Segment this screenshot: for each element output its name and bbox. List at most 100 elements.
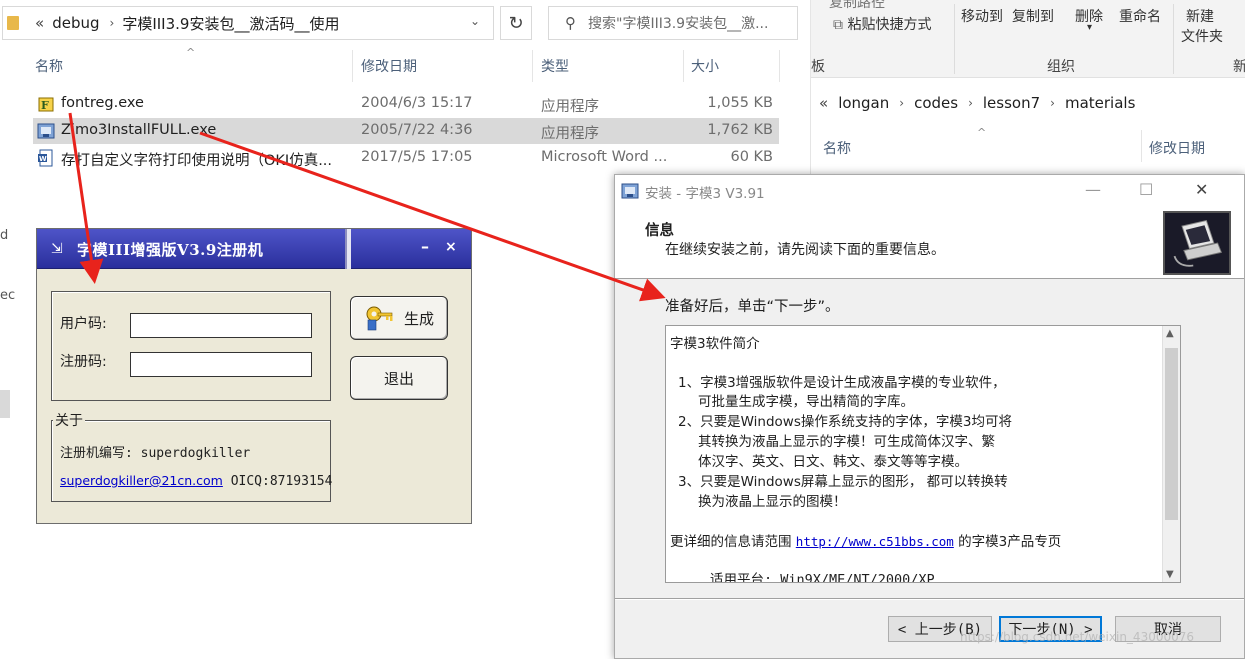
chevron-right-icon[interactable]: › (968, 96, 973, 110)
email-link[interactable]: superdogkiller@21cn.com (60, 473, 223, 488)
copy-to-button[interactable]: 复制到 (1012, 6, 1054, 26)
registration-group (51, 291, 331, 401)
setup-titlebar[interactable]: 安装 - 字模3 V3.91 — ☐ ✕ (615, 175, 1244, 207)
scroll-down-icon[interactable]: ▼ (1166, 569, 1174, 580)
exit-button[interactable]: 退出 (350, 356, 448, 400)
breadcrumb-codes[interactable]: codes (914, 94, 958, 112)
search-placeholder: 搜索"字模III3.9安装包__激... (588, 16, 769, 32)
oicq-number: OICQ:87193154 (230, 474, 333, 489)
search-input[interactable]: ⚲ 搜索"字模III3.9安装包__激... (548, 6, 798, 40)
watermark: https://blog.csdn.net/weixin_43000076 (960, 630, 1195, 644)
navigation-selected-item[interactable] (0, 390, 10, 418)
column-header-date[interactable]: 修改日期 (361, 56, 417, 78)
breadcrumb-overflow[interactable]: « (819, 94, 828, 112)
info-line: 其转换为液晶上显示的字模！可生成简体汉字、繁 (698, 434, 995, 450)
minimize-button[interactable]: – (421, 237, 429, 256)
installer-icon (621, 183, 639, 199)
breadcrumb-overflow[interactable]: « (35, 14, 44, 32)
ribbon-group-clipboard-label: 板 (811, 59, 825, 75)
column-divider[interactable] (352, 50, 353, 82)
chevron-right-icon[interactable]: › (899, 96, 904, 110)
paste-shortcut-icon: ⧉ (833, 17, 848, 33)
key-icon (366, 306, 393, 331)
chevron-right-icon[interactable]: › (1050, 96, 1055, 110)
sort-ascending-icon: ^ (186, 46, 196, 59)
file-date: 2017/5/5 17:05 (361, 149, 473, 165)
file-date: 2005/7/22 4:36 (361, 122, 473, 138)
breadcrumb-debug[interactable]: debug (52, 14, 99, 32)
column-header-size[interactable]: 大小 (691, 56, 719, 78)
refresh-icon: ↻ (508, 12, 524, 34)
close-button[interactable]: × (445, 239, 457, 255)
nav-partial-label: ec (0, 288, 16, 303)
new-folder-button[interactable]: 新建 (1186, 6, 1214, 26)
file-row[interactable]: F fontreg.exe 2004/6/3 15:17 应用程序 1,055 … (33, 91, 779, 117)
setup-title: 安装 - 字模3 V3.91 (645, 186, 765, 202)
scroll-thumb[interactable] (1165, 348, 1178, 520)
about-legend: 关于 (53, 410, 85, 430)
address-bar[interactable]: « debug › 字模III3.9安装包__激活码__使用 (2, 6, 494, 40)
column-divider[interactable] (683, 50, 684, 82)
new-folder-button-label[interactable]: 文件夹 (1181, 26, 1223, 46)
column-header-date[interactable]: 修改日期 (1149, 138, 1205, 158)
rename-button[interactable]: 重命名 (1119, 6, 1161, 26)
chevron-right-icon[interactable]: › (110, 16, 115, 30)
website-link[interactable]: http://www.c51bbs.com (796, 534, 954, 549)
breadcrumb-longan[interactable]: longan (838, 94, 889, 112)
info-line: 换为液晶上显示的图模！ (698, 494, 847, 510)
platform-line: 适用平台: Win9X/ME/NT/2000/XP (710, 572, 935, 583)
more-info-line: 更详细的信息请范围 http://www.c51bbs.com 的字模3产品专页 (670, 530, 1061, 550)
column-divider[interactable] (779, 50, 780, 82)
generate-button[interactable]: 生成 (350, 296, 448, 340)
minimize-icon[interactable]: — (1085, 180, 1101, 199)
paste-shortcut-button[interactable]: ⧉ 粘贴快捷方式 (833, 14, 931, 34)
file-row-selected[interactable]: Zimo3InstallFULL.exe 2005/7/22 4:36 应用程序… (33, 118, 779, 144)
file-row[interactable]: W 存打自定义字符打印使用说明（OKI仿真... 2017/5/5 17:05 … (33, 145, 779, 171)
word-document-icon: W (38, 149, 53, 167)
refresh-button[interactable]: ↻ (500, 6, 532, 40)
info-line: 体汉字、英文、日文、韩文、泰文等等字模。 (698, 454, 968, 470)
file-type: Microsoft Word ... (541, 149, 668, 165)
breadcrumb-materials[interactable]: materials (1065, 94, 1135, 112)
copy-path-button[interactable]: 复制路径 (829, 0, 885, 12)
address-bar-right[interactable]: « longan › codes › lesson7 › materials (811, 88, 1245, 118)
file-name[interactable]: 存打自定义字符打印使用说明（OKI仿真... (61, 149, 332, 170)
user-code-input[interactable] (130, 313, 312, 338)
scroll-up-icon[interactable]: ▲ (1166, 328, 1174, 339)
navigation-pane[interactable]: d ec (0, 0, 16, 659)
column-header-type[interactable]: 类型 (541, 56, 569, 78)
button-area-divider (615, 598, 1244, 599)
column-header-name[interactable]: 名称 (823, 138, 851, 158)
info-textbox[interactable]: 字模3软件简介 1、字模3增强版软件是设计生成液晶字模的专业软件， 可批量生成字… (665, 325, 1181, 583)
ribbon-toolbar: 复制路径 ⧉ 粘贴快捷方式 移动到 复制到 删除 ▾ 重命名 新建 文件夹 板 … (811, 0, 1245, 78)
move-to-button[interactable]: 移动到 (961, 6, 1003, 26)
chevron-down-icon[interactable]: ▾ (1087, 22, 1092, 33)
info-line: 字模3软件简介 (670, 336, 760, 352)
breadcrumb-lesson7[interactable]: lesson7 (983, 94, 1040, 112)
folder-icon (7, 16, 19, 30)
registration-code-input[interactable] (130, 352, 312, 377)
user-code-label: 用户码: (60, 316, 107, 332)
ribbon-group-new-label: 新 (1233, 59, 1245, 75)
chevron-down-icon[interactable]: ⌄ (470, 14, 480, 28)
column-divider[interactable] (1141, 130, 1142, 162)
more-info-prefix: 更详细的信息请范围 (670, 534, 792, 550)
keygen-window: ⇲ 字模III增强版V3.9注册机 – × 用户码: 注册码: 生成 退出 关于… (36, 228, 472, 524)
info-scrollbar[interactable]: ▲ ▼ (1162, 326, 1180, 582)
titlebar-divider (345, 229, 351, 269)
header-title: 信息 (645, 223, 674, 239)
installer-icon (37, 123, 55, 139)
keygen-titlebar[interactable]: ⇲ 字模III增强版V3.9注册机 – × (37, 229, 471, 269)
more-info-suffix: 的字模3产品专页 (958, 534, 1062, 550)
generate-label: 生成 (403, 309, 434, 328)
column-divider[interactable] (532, 50, 533, 82)
column-header-name[interactable]: 名称 (35, 56, 63, 78)
close-icon[interactable]: ✕ (1195, 180, 1208, 199)
breadcrumb-current-folder[interactable]: 字模III3.9安装包__激活码__使用 (122, 13, 339, 34)
file-name[interactable]: Zimo3InstallFULL.exe (61, 122, 216, 138)
file-name[interactable]: fontreg.exe (61, 95, 144, 111)
fontreg-app-icon: F (38, 97, 54, 112)
file-size: 1,055 KB (707, 95, 773, 111)
maximize-icon[interactable]: ☐ (1139, 180, 1153, 199)
file-size: 60 KB (730, 149, 773, 165)
